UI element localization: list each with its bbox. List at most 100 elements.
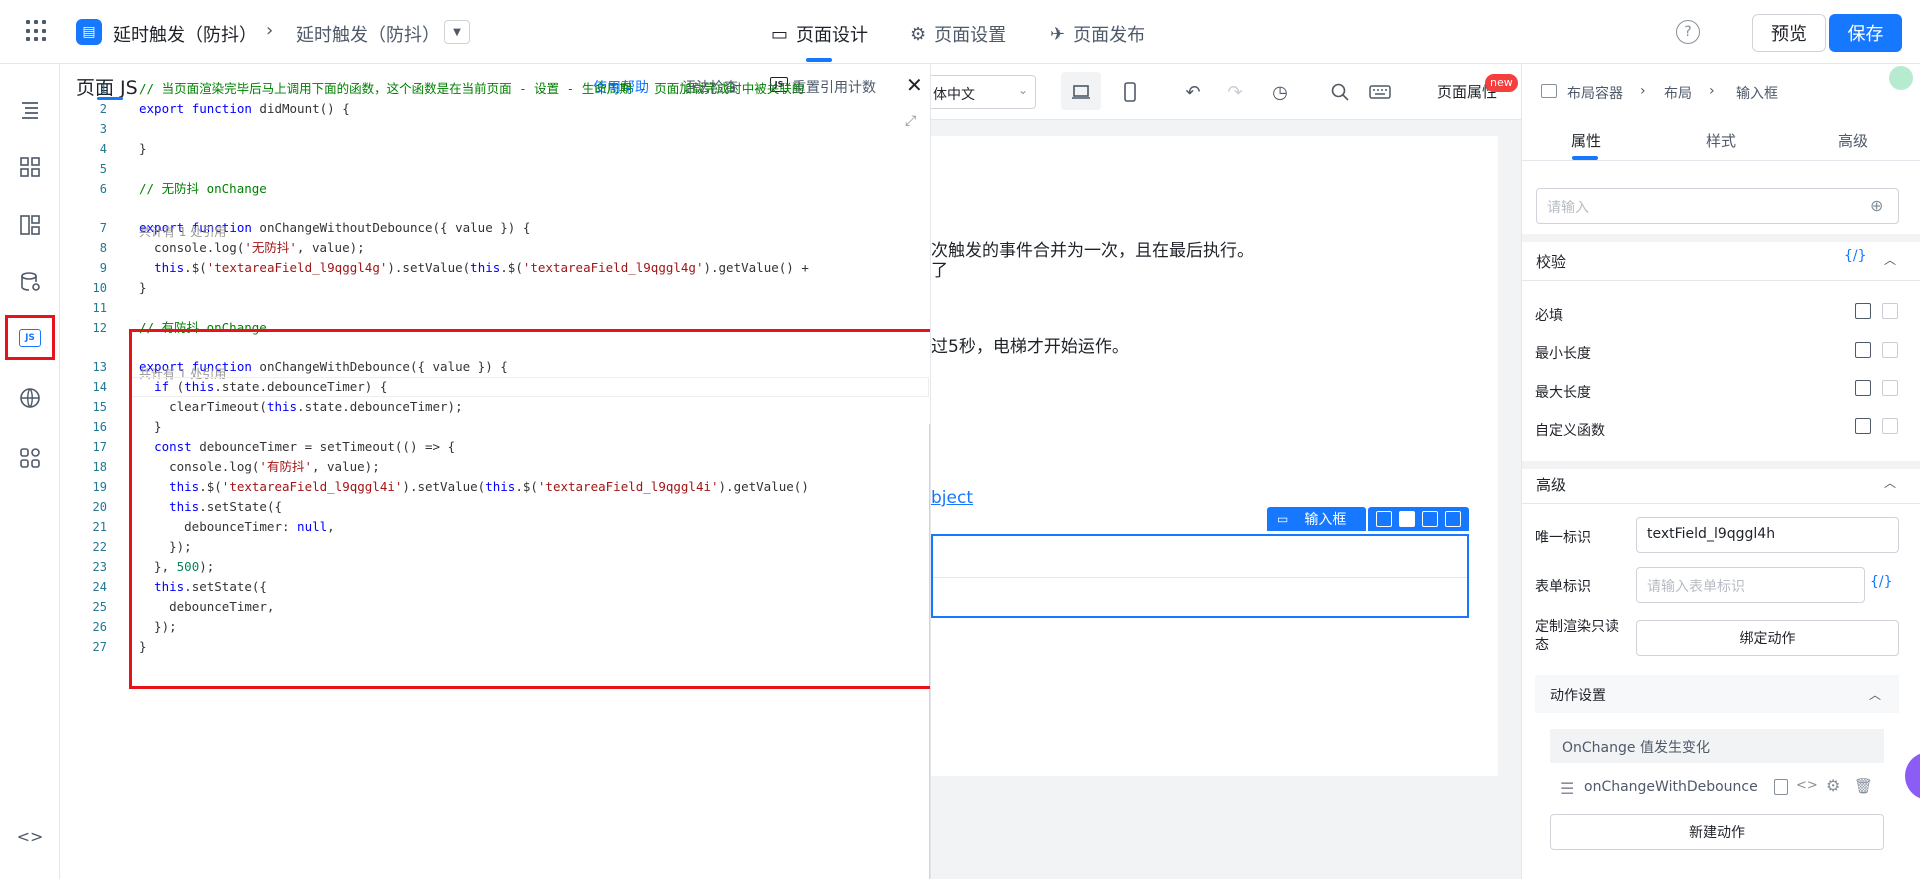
tab-label: 页面发布 [1073, 25, 1146, 46]
required-checkbox[interactable] [1882, 303, 1898, 319]
mobile-icon[interactable] [1117, 79, 1143, 105]
plugins-icon[interactable] [16, 444, 44, 472]
code-text: } [139, 280, 147, 295]
max-length-checkbox[interactable] [1882, 380, 1898, 396]
history-icon[interactable]: ◷ [1267, 79, 1293, 105]
code-line[interactable]: 4} [61, 139, 930, 159]
save-button[interactable]: 保存 [1829, 14, 1902, 52]
line-number: 21 [92, 520, 107, 534]
breadcrumb-layout-container[interactable]: 布局容器 [1567, 83, 1623, 103]
fx-button[interactable]: {/} [1870, 574, 1893, 590]
globe-icon[interactable] [16, 384, 44, 412]
line-number: 18 [92, 460, 107, 474]
custom-function-checkbox[interactable] [1882, 418, 1898, 434]
line-number: 27 [92, 640, 107, 654]
chevron-up-icon[interactable]: ︿ [1869, 686, 1881, 703]
copy-icon[interactable] [1422, 511, 1439, 527]
line-number: 15 [92, 400, 107, 414]
component-divider [933, 577, 1467, 578]
line-number: 26 [92, 620, 107, 634]
form-id-input[interactable]: 请输入表单标识 [1636, 567, 1865, 603]
avatar[interactable] [1889, 66, 1913, 90]
edit-icon[interactable] [1375, 511, 1392, 527]
code-text: this.$('textareaField_l9qggl4g').setValu… [154, 260, 809, 275]
trash-icon[interactable] [1445, 511, 1462, 527]
page-switch-dropdown[interactable]: ▼ [444, 20, 470, 44]
trash-icon[interactable]: 🗑 [1854, 777, 1873, 795]
unique-id-input[interactable]: textField_l9qggl4h [1636, 517, 1899, 553]
line-number: 13 [92, 360, 107, 374]
new-action-button[interactable]: 新建动作 [1550, 814, 1884, 850]
undo-icon[interactable]: ↶ [1180, 79, 1206, 105]
line-number: 10 [92, 281, 107, 295]
components-icon[interactable] [16, 153, 44, 181]
tab-style[interactable]: 样式 [1706, 130, 1736, 151]
chevron-up-icon[interactable]: ︿ [1884, 474, 1896, 491]
add-icon[interactable] [1398, 511, 1415, 527]
code-line[interactable]: 2 export function didMount() { [61, 99, 930, 119]
edit-icon[interactable] [1855, 342, 1871, 358]
globe-icon[interactable]: ⊕ [1870, 196, 1883, 215]
line-number: 11 [92, 301, 107, 315]
bind-action-button[interactable]: 绑定动作 [1636, 620, 1899, 656]
tab-page-publish[interactable]: ✈ 页面发布 [1050, 21, 1145, 47]
component-toolbar [1368, 507, 1469, 531]
top-input[interactable]: 请输入 [1536, 188, 1899, 224]
send-icon: ✈ [1050, 23, 1066, 45]
page-canvas [931, 136, 1498, 776]
active-tab-indicator [806, 58, 832, 62]
description-text: 了 [931, 261, 948, 281]
document-icon[interactable] [1774, 779, 1788, 795]
code-line[interactable]: 11 [61, 298, 930, 318]
app-title[interactable]: 延时触发（防抖） [113, 21, 257, 47]
search-icon[interactable] [1327, 79, 1353, 105]
code-line[interactable]: 9 this.$('textareaField_l9qggl4g').setVa… [61, 258, 930, 278]
code-line[interactable]: 5 [61, 159, 930, 179]
fx-button[interactable]: {/} [1844, 248, 1867, 264]
code-line[interactable]: 3 [61, 119, 930, 139]
desktop-icon[interactable] [1068, 79, 1094, 105]
edit-icon[interactable] [1855, 303, 1871, 319]
code-line[interactable]: 10} [61, 278, 930, 298]
template-icon[interactable] [16, 211, 44, 239]
handler-name[interactable]: onChangeWithDebounce [1584, 779, 1758, 795]
edit-icon[interactable] [1855, 380, 1871, 396]
chevron-right-icon: › [266, 20, 274, 41]
code-view-icon[interactable]: <> [16, 822, 44, 850]
breadcrumb-current-page[interactable]: 延时触发（防抖） [296, 21, 440, 47]
min-length-checkbox[interactable] [1882, 342, 1898, 358]
line-number: 17 [92, 440, 107, 454]
layout-icon: ▭ [771, 23, 789, 45]
tab-page-design[interactable]: ▭ 页面设计 [771, 21, 868, 47]
breadcrumb-layout[interactable]: 布局 [1664, 83, 1692, 103]
app-icon: ▤ [76, 19, 102, 45]
input-placeholder: 请输入表单标识 [1647, 579, 1745, 595]
js-icon[interactable]: JS [19, 329, 41, 347]
chevron-up-icon[interactable]: ︿ [1884, 251, 1896, 268]
code-line[interactable]: 8 console.log('无防抖', value); [61, 238, 930, 258]
tab-properties[interactable]: 属性 [1571, 130, 1601, 151]
gear-icon[interactable]: ⚙ [1826, 776, 1840, 795]
code-text: export function didMount() { [139, 101, 350, 116]
edit-icon[interactable] [1855, 418, 1871, 434]
code-line[interactable]: 1 // 当页面渲染完毕后马上调用下面的函数，这个函数是在当前页面 - 设置 - … [61, 79, 930, 99]
line-number: 2 [99, 102, 107, 116]
code-icon[interactable]: <> [1796, 778, 1818, 793]
tab-advanced[interactable]: 高级 [1838, 130, 1868, 151]
app-grid-icon[interactable] [26, 20, 48, 42]
preview-button[interactable]: 预览 [1752, 14, 1826, 52]
code-line[interactable]: 6 // 无防抖 onChange [61, 179, 930, 199]
line-number: 14 [92, 380, 107, 394]
redo-icon[interactable]: ↷ [1222, 79, 1248, 105]
line-number: 1 [99, 82, 107, 96]
selected-input-component[interactable] [931, 534, 1469, 618]
outline-tree-icon[interactable] [16, 96, 44, 124]
data-source-icon[interactable] [16, 268, 44, 296]
line-number: 19 [92, 480, 107, 494]
breadcrumb-input[interactable]: 输入框 [1736, 83, 1778, 103]
drag-handle-icon[interactable]: ☰ [1560, 779, 1574, 798]
keyboard-icon[interactable] [1367, 79, 1393, 105]
reference-link[interactable]: bject [931, 488, 973, 508]
tab-page-settings[interactable]: ⚙ 页面设置 [910, 21, 1006, 47]
help-icon[interactable]: ? [1676, 20, 1700, 44]
